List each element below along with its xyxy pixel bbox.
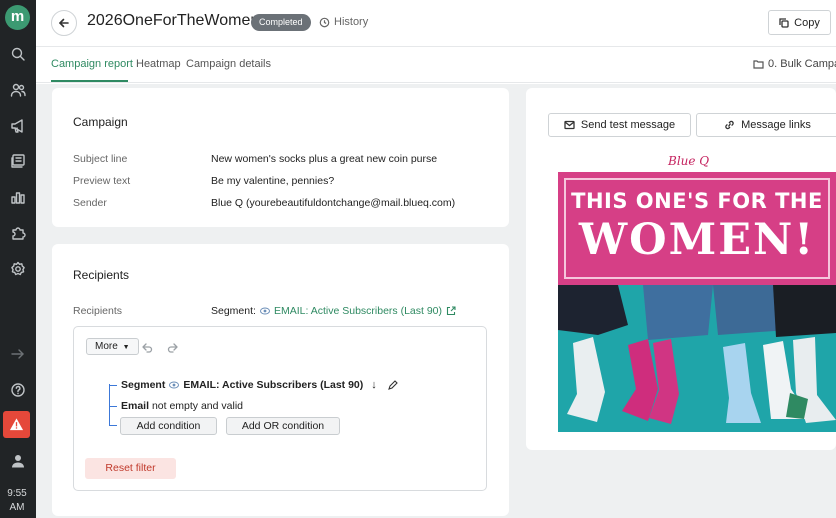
alert-icon [9, 418, 24, 431]
condition-field: Email [121, 400, 150, 412]
recipients-label: Recipients [73, 305, 123, 317]
more-label: More [95, 341, 118, 352]
caret-down-icon: ▼ [122, 344, 130, 351]
tree-branch [109, 425, 117, 426]
recipients-card: Recipients Recipients Segment: EMAIL: Ac… [52, 244, 509, 516]
settings-icon[interactable] [6, 258, 30, 280]
send-test-message-button[interactable]: Send test message [548, 113, 691, 137]
status-badge: Completed [251, 14, 311, 31]
sender-value: Blue Q (yourebeautifuldontchange@mail.bl… [211, 197, 456, 209]
subject-line-label: Subject line [73, 153, 128, 165]
tree-branch [109, 406, 117, 407]
page-header: 2026OneForTheWomen Completed History Cop… [36, 0, 836, 47]
email-preview-frame: Blue Q THIS ONE'S FOR THE WOMEN! [558, 150, 836, 432]
segment-row-prefix: Segment [121, 379, 166, 391]
copy-icon [779, 17, 789, 28]
segment-link[interactable]: EMAIL: Active Subscribers (Last 90) [274, 305, 442, 317]
sender-label: Sender [73, 197, 107, 209]
recipients-heading: Recipients [73, 268, 130, 282]
reset-filter-button[interactable]: Reset filter [85, 458, 176, 479]
envelope-icon [564, 120, 575, 130]
arrow-down-icon[interactable]: ↓ [371, 379, 377, 391]
undo-icon[interactable] [139, 339, 155, 355]
collapse-icon[interactable] [6, 343, 30, 365]
segment-row-name: EMAIL: Active Subscribers (Last 90) [183, 379, 364, 391]
main-content: Campaign Subject line New women's socks … [36, 84, 836, 518]
clock-period: AM [9, 502, 25, 513]
tree-connector [109, 384, 110, 426]
socks-illustration [558, 285, 836, 432]
segment-condition-row: Segment EMAIL: Active Subscribers (Last … [121, 379, 398, 391]
brand-logo: Blue Q [668, 154, 710, 168]
tab-bar: Campaign report Heatmap Campaign details… [36, 47, 836, 83]
message-links-label: Message links [741, 119, 811, 131]
active-tab-indicator [51, 80, 128, 82]
link-icon [725, 120, 734, 130]
add-or-condition-button[interactable]: Add OR condition [226, 417, 340, 435]
app-logo[interactable]: m [5, 5, 30, 30]
tree-branch [109, 385, 117, 386]
add-condition-button[interactable]: Add condition [120, 417, 217, 435]
tab-heatmap[interactable]: Heatmap [136, 58, 181, 70]
edit-icon[interactable] [387, 379, 398, 391]
segment-eye-icon [259, 307, 270, 315]
tab-campaign-details[interactable]: Campaign details [186, 58, 271, 70]
more-dropdown[interactable]: More ▼ [86, 338, 139, 355]
condition-text: not empty and valid [151, 400, 243, 412]
history-icon [319, 17, 330, 27]
megaphone-icon[interactable] [6, 115, 30, 137]
socks-photo [558, 285, 836, 432]
headline-line2: WOMEN! [578, 215, 816, 265]
copy-button[interactable]: Copy [768, 10, 831, 35]
email-condition-row: Email not empty and valid [121, 400, 243, 412]
send-test-label: Send test message [580, 119, 676, 131]
message-links-button[interactable]: Message links [696, 113, 836, 137]
tab-campaign-report[interactable]: Campaign report [51, 58, 133, 70]
account-icon[interactable] [6, 450, 30, 472]
history-link[interactable]: History [319, 16, 368, 28]
email-banner: THIS ONE'S FOR THE WOMEN! [558, 172, 836, 285]
nav-rail: m 9:55 AM [0, 0, 36, 518]
preview-text-label: Preview text [73, 175, 131, 187]
campaign-card: Campaign Subject line New women's socks … [52, 88, 509, 227]
email-preview-card: Send test message Message links Blue Q T… [526, 88, 836, 450]
segment-summary: Segment: EMAIL: Active Subscribers (Last… [211, 305, 456, 317]
folder-icon [753, 60, 764, 69]
analytics-icon[interactable] [6, 186, 30, 208]
subject-line-value: New women's socks plus a great new coin … [211, 153, 438, 165]
help-icon[interactable] [6, 379, 30, 401]
arrow-left-icon [59, 18, 69, 28]
segment-prefix: Segment: [211, 305, 256, 317]
folder-label: 0. Bulk Campai [768, 58, 836, 70]
copy-label: Copy [794, 16, 820, 29]
clock-time: 9:55 [7, 488, 27, 499]
external-link-icon[interactable] [446, 306, 456, 316]
campaign-heading: Campaign [73, 115, 128, 129]
folder-link[interactable]: 0. Bulk Campai [753, 58, 836, 70]
segment-eye-icon [169, 381, 180, 389]
segment-filter-builder: More ▼ Segment EMAIL: Active Subscribers… [73, 326, 487, 491]
page-title: 2026OneForTheWomen [87, 12, 260, 29]
alert-button[interactable] [3, 411, 30, 438]
search-icon[interactable] [6, 43, 30, 65]
templates-icon[interactable] [6, 150, 30, 172]
redo-icon[interactable] [165, 339, 181, 355]
history-label: History [334, 16, 369, 28]
clock: 9:55 AM [0, 487, 34, 515]
back-button[interactable] [51, 10, 77, 36]
integrations-icon[interactable] [6, 222, 30, 244]
people-icon[interactable] [6, 79, 30, 101]
preview-text-value: Be my valentine, pennies? [211, 175, 335, 187]
headline-line1: THIS ONE'S FOR THE [571, 189, 823, 213]
